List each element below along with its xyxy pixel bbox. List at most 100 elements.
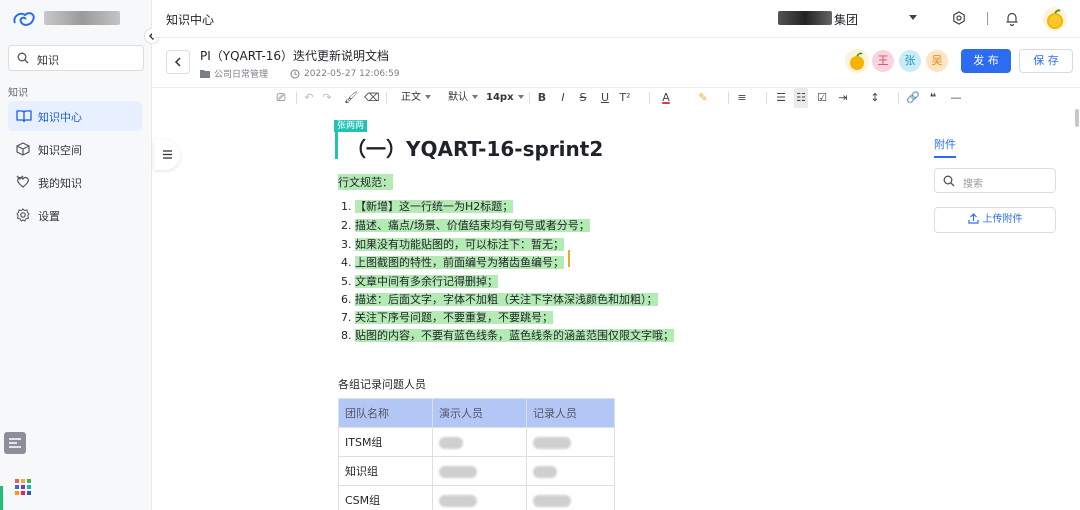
italic-icon[interactable]: I bbox=[556, 88, 570, 108]
collab-cursor-orange bbox=[568, 250, 570, 267]
sidebar-item-settings[interactable]: 设置 bbox=[8, 200, 142, 230]
doc-heading[interactable]: （一）YQART-16-sprint2 bbox=[346, 133, 603, 162]
attachments-tab[interactable]: 附件 bbox=[934, 136, 956, 152]
doc-header: PI（YQART-16）迭代更新说明文档 公司日常管理 2022-05-27 1… bbox=[152, 38, 1080, 88]
sidebar-item-knowledge-center[interactable]: 知识中心 bbox=[8, 101, 142, 131]
sidebar-item-knowledge-space[interactable]: 知识空间 bbox=[8, 134, 142, 164]
upload-attachment-label: 上传附件 bbox=[982, 214, 1023, 225]
list-item[interactable]: 3. 如果没有功能贴图的，可以标注下：暂无； bbox=[341, 236, 564, 252]
link-icon[interactable]: 🔗 bbox=[906, 88, 920, 108]
tenant-name-redacted bbox=[778, 11, 832, 25]
bell-icon[interactable] bbox=[1005, 11, 1019, 26]
doc-folder: 公司日常管理 bbox=[214, 70, 269, 80]
format-brush-icon[interactable]: 🖌 bbox=[344, 88, 358, 108]
line-height-icon[interactable]: ↕ bbox=[868, 88, 882, 108]
sidebar: 知识 知识 知识中心 知识空间 我的知识 设置 bbox=[0, 0, 152, 510]
underline-icon[interactable]: U bbox=[598, 88, 612, 108]
sidebar-collapse-list-icon[interactable] bbox=[4, 432, 26, 454]
table-cell[interactable]: CSM组 bbox=[338, 485, 433, 510]
table-cell[interactable]: ITSM组 bbox=[338, 427, 433, 457]
font-color-icon[interactable]: A bbox=[659, 88, 673, 108]
cube-icon bbox=[16, 142, 30, 156]
list-item[interactable]: 8. 贴图的内容，不要有蓝色线条，蓝色线条的涵盖范围仅限文字哦； bbox=[341, 327, 674, 343]
chevron-left-icon bbox=[174, 57, 181, 67]
collaborator-avatar[interactable] bbox=[845, 49, 869, 73]
tenant-selector[interactable]: 集团 bbox=[834, 11, 858, 28]
list-item[interactable]: 7. 关注下序号问题，不要重复，不要跳号； bbox=[341, 309, 553, 325]
align-icon[interactable]: ≡ bbox=[735, 88, 749, 108]
publish-button[interactable]: 发 布 bbox=[961, 49, 1011, 73]
chevron-down-icon[interactable] bbox=[16, 175, 24, 181]
table-header-cell[interactable]: 团队名称 bbox=[338, 398, 433, 428]
table-header-cell[interactable]: 记录人员 bbox=[526, 398, 615, 428]
sidebar-item-my-knowledge[interactable]: 我的知识 bbox=[8, 167, 142, 197]
collab-cursor bbox=[335, 132, 338, 159]
back-button[interactable] bbox=[166, 50, 190, 74]
sidebar-item-label: 知识中心 bbox=[38, 111, 82, 124]
quote-icon[interactable]: ❝ bbox=[926, 88, 940, 108]
top-bar: 知识中心 集团 bbox=[152, 0, 1080, 38]
save-button[interactable]: 保 存 bbox=[1019, 49, 1073, 73]
table-cell[interactable]: 知识组 bbox=[338, 456, 433, 486]
sidebar-section-label: 知识 bbox=[8, 88, 28, 99]
paragraph-style-select[interactable]: 正文 bbox=[401, 88, 431, 108]
doc-title: PI（YQART-16）迭代更新说明文档 bbox=[200, 49, 390, 63]
divider-line-icon[interactable]: — bbox=[949, 88, 963, 108]
table-cell-redacted[interactable] bbox=[526, 485, 615, 510]
paragraph-style-value: 正文 bbox=[401, 92, 421, 103]
user-avatar[interactable] bbox=[1043, 7, 1067, 31]
format-painter-clear-icon[interactable]: ⎚ bbox=[274, 88, 288, 108]
table-cell-redacted[interactable] bbox=[526, 456, 615, 486]
collaborator-avatar[interactable]: 王 bbox=[872, 50, 894, 72]
bulleted-list-icon[interactable]: ☰ bbox=[774, 88, 788, 108]
sidebar-item-label: 设置 bbox=[38, 210, 60, 223]
undo-icon[interactable]: ↶ bbox=[302, 88, 316, 108]
clock-icon bbox=[290, 69, 300, 78]
list-item-text: 描述、痛点/场景、价值结束均有句号或者分号； bbox=[355, 219, 590, 232]
list-item[interactable]: 5. 文章中间有多余行记得删掉； bbox=[341, 273, 498, 289]
table-cell-redacted[interactable] bbox=[526, 427, 615, 457]
bold-icon[interactable]: B bbox=[535, 88, 549, 108]
sidebar-search-text: 知识 bbox=[37, 54, 59, 67]
menu-icon bbox=[163, 150, 172, 159]
upload-icon bbox=[967, 213, 979, 224]
font-size-select[interactable]: 14px bbox=[486, 88, 524, 108]
rules-label[interactable]: 行文规范： bbox=[338, 174, 393, 190]
list-item-text: 如果没有功能贴图的，可以标注下：暂无； bbox=[355, 238, 564, 251]
list-item-text: 关注下序号问题，不要重复，不要跳号； bbox=[355, 311, 553, 324]
eraser-icon[interactable]: ⌫ bbox=[364, 88, 380, 108]
upload-attachment-button[interactable]: 上传附件 bbox=[934, 207, 1056, 233]
attachment-search-input[interactable]: 搜索 bbox=[934, 168, 1056, 193]
numbered-list-icon[interactable]: ☷ bbox=[794, 88, 808, 108]
outline-toggle-button[interactable] bbox=[154, 140, 180, 170]
font-family-select[interactable]: 默认 bbox=[448, 88, 478, 108]
list-item[interactable]: 2. 描述、痛点/场景、价值结束均有句号或者分号； bbox=[341, 217, 590, 233]
scrollbar-thumb[interactable] bbox=[1075, 109, 1079, 127]
indent-icon[interactable]: ⇥ bbox=[836, 88, 850, 108]
collaborator-avatar[interactable]: 张 bbox=[899, 50, 921, 72]
table-caption[interactable]: 各组记录问题人员 bbox=[338, 376, 426, 392]
table-cell-redacted[interactable] bbox=[432, 485, 527, 510]
list-item[interactable]: 1. 【新增】这一行统一为H2标题； bbox=[341, 198, 514, 214]
collaborator-avatar[interactable]: 吴 bbox=[926, 50, 948, 72]
table-row: 知识组 bbox=[338, 456, 615, 486]
search-icon bbox=[943, 175, 955, 187]
table-header-row: 团队名称 演示人员 记录人员 bbox=[338, 398, 615, 428]
caret-down-icon[interactable] bbox=[909, 15, 917, 20]
highlight-icon[interactable]: ✎ bbox=[696, 88, 710, 108]
sidebar-item-label: 知识空间 bbox=[38, 144, 82, 157]
settings-icon[interactable] bbox=[952, 11, 966, 25]
checklist-icon[interactable]: ☑ bbox=[815, 88, 829, 108]
table-cell-redacted[interactable] bbox=[432, 427, 527, 457]
strikethrough-icon[interactable]: S bbox=[576, 88, 590, 108]
table-header-cell[interactable]: 演示人员 bbox=[432, 398, 527, 428]
sidebar-search-input[interactable]: 知识 bbox=[8, 45, 144, 71]
table-cell-redacted[interactable] bbox=[432, 456, 527, 486]
list-item[interactable]: 4. 上图截图的特性，前面编号为猪齿鱼编号； bbox=[341, 254, 564, 270]
apps-grid-icon[interactable] bbox=[15, 479, 31, 495]
redo-icon[interactable]: ↷ bbox=[320, 88, 334, 108]
page-title: 知识中心 bbox=[166, 13, 215, 27]
list-item[interactable]: 6. 描述：后面文字，字体不加粗（关注下字体深浅颜色和加粗）； bbox=[341, 291, 658, 307]
app-logo-icon[interactable] bbox=[12, 9, 36, 29]
superscript-icon[interactable]: T² bbox=[618, 88, 632, 108]
